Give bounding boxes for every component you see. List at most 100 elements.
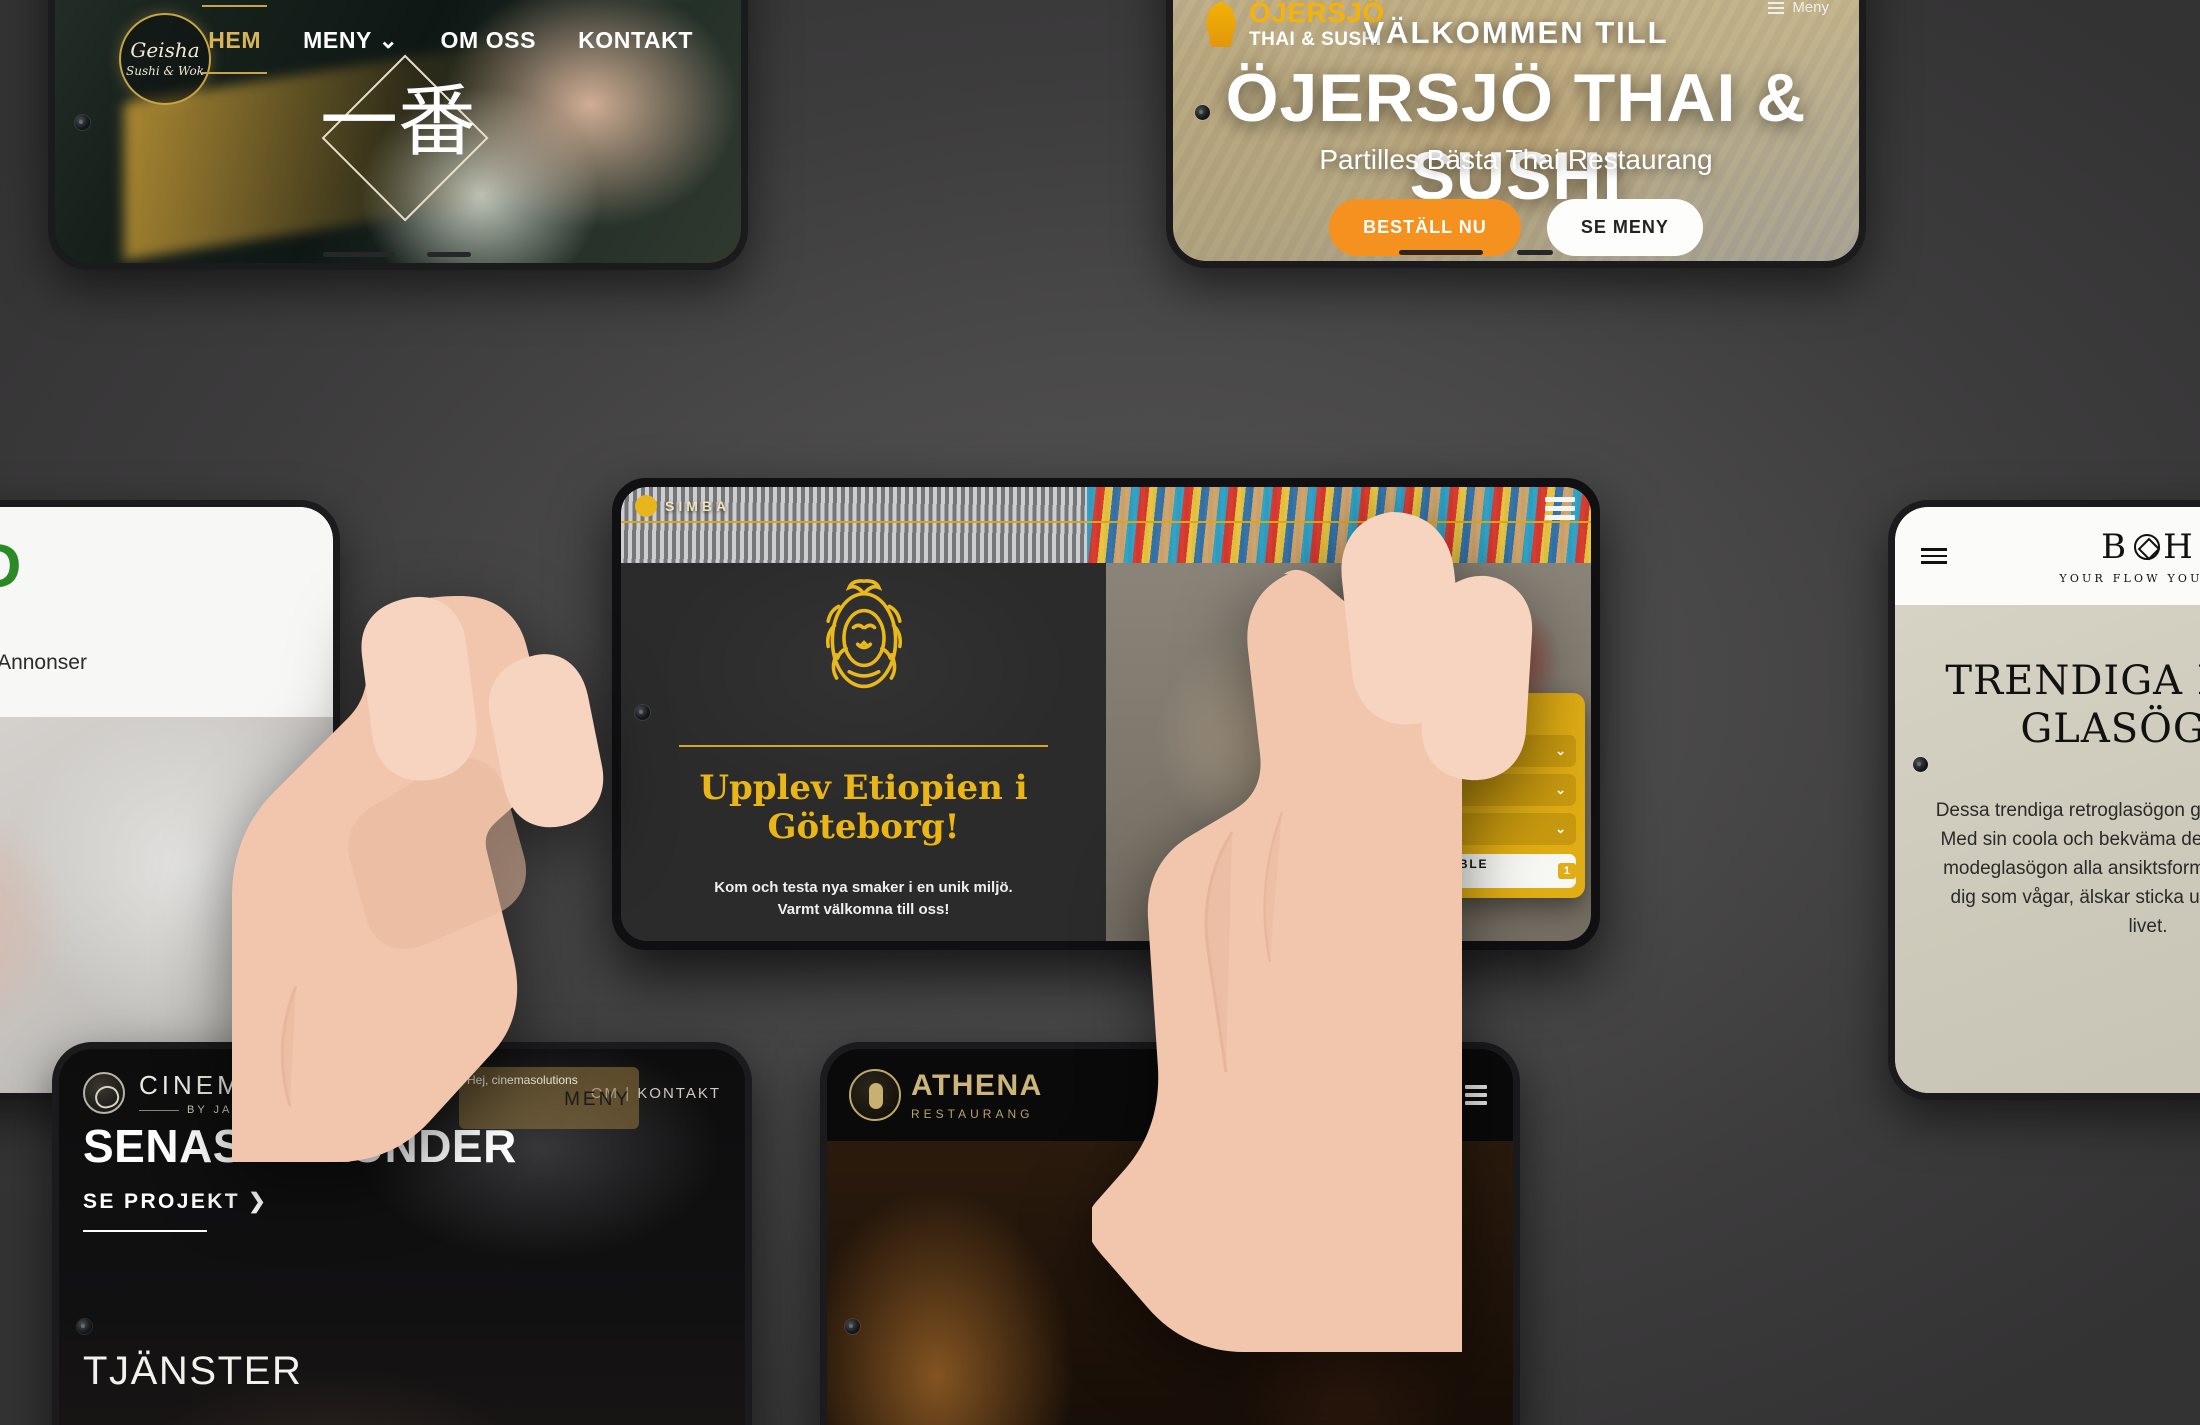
cinema-screen: CINEMA SOLUTIONS BY JASE AB OM | KONTAKT… xyxy=(59,1049,745,1425)
film-reel-icon xyxy=(83,1072,125,1114)
welcome-text: VÄLKOMMEN TILL xyxy=(1363,15,1669,50)
speaker-grill xyxy=(1517,250,1553,255)
simba-screen: Upplev Etiopien i Göteborg! Kom och test… xyxy=(621,487,1591,941)
hamburger-icon[interactable] xyxy=(1545,493,1575,524)
athena-header: ATHENA RESTAURANG xyxy=(827,1049,1513,1141)
toast-menu-label[interactable]: MENY xyxy=(467,1089,631,1111)
geisha-screen: Geisha Sushi & Wok HEM MENY ⌄ OM OSS KON… xyxy=(55,0,741,263)
lion-head-icon xyxy=(635,495,657,517)
cinema-logo[interactable]: CINEMA SOLUTIONS BY JASE AB xyxy=(83,1070,460,1116)
device-cinema: CINEMA SOLUTIONS BY JASE AB OM | KONTAKT… xyxy=(52,1042,752,1425)
nav-item-hem[interactable]: HEM xyxy=(202,5,268,74)
booking-field-time[interactable]: Time 16:00 ⌄ xyxy=(1356,813,1576,845)
options-count-badge: 1 xyxy=(1557,863,1576,879)
boho-paragraph: Dessa trendiga retroglasögon ger dig en … xyxy=(1935,800,2200,937)
athena-logo-title: ATHENA xyxy=(911,1069,1043,1102)
foodgrossist-header xyxy=(0,507,333,717)
nav-item-om-oss[interactable]: OM OSS xyxy=(440,27,536,54)
nav-item-annonser[interactable]: Annonser xyxy=(0,651,87,675)
simba-paragraph: Kom och testa nya smaker i en unik miljö… xyxy=(714,879,1013,918)
lion-head-icon xyxy=(825,579,902,689)
geisha-nav: HEM MENY ⌄ OM OSS KONTAKT xyxy=(202,5,693,74)
boho-heading: TRENDIGA RETRO GLASÖGON xyxy=(1945,658,2200,752)
foodgrossist-logo[interactable]: O OOD xyxy=(0,531,21,602)
ojersjo-menu-button[interactable]: Meny xyxy=(1768,0,1829,16)
front-camera xyxy=(1913,757,1928,772)
simba-logo[interactable]: SIMBA xyxy=(635,495,730,517)
speaker-grill xyxy=(323,252,395,257)
geisha-kanji-glyph: 一番 xyxy=(319,77,477,167)
speaker-grill xyxy=(1399,250,1483,255)
field-value: 16:00 xyxy=(1414,820,1455,837)
chevron-right-icon: ❯ xyxy=(248,1190,269,1213)
hero-cta-group: BESTÄLL NU SE MENY xyxy=(1173,199,1859,256)
hero-subtitle: Partilles Bästa Thai Restaurang xyxy=(1319,144,1713,175)
speaker-grill xyxy=(427,252,471,257)
athena-screen: ATHENA RESTAURANG xyxy=(827,1049,1513,1425)
order-now-button[interactable]: BESTÄLL NU xyxy=(1329,199,1521,256)
foodgrossist-screen: O OOD GROSSIST s Kampanjer Annonser N OD xyxy=(0,507,333,1093)
device-foodgrossist: O OOD GROSSIST s Kampanjer Annonser N OD xyxy=(0,500,340,1100)
boho-header: B H YOUR FLOW YOUR GOAL xyxy=(1895,507,2200,605)
geisha-logo-line1: Geisha xyxy=(130,38,200,62)
nav-item-kontakt[interactable]: KONTAKT xyxy=(578,27,693,54)
device-simba: Upplev Etiopien i Göteborg! Kom och test… xyxy=(612,478,1600,950)
front-camera xyxy=(77,1319,92,1334)
button-label: SHOW AVAILABLE OPTIONS xyxy=(1356,857,1489,885)
device-geisha: Geisha Sushi & Wok HEM MENY ⌄ OM OSS KON… xyxy=(48,0,748,270)
see-projects-link[interactable]: SE PROJEKT ❯ xyxy=(83,1189,268,1232)
divider xyxy=(679,745,1048,747)
simba-wordmark: SIMBA xyxy=(665,498,731,514)
hero-title: ÖJERSJÖ THAI & SUSHI xyxy=(1225,60,1807,214)
boho-wordmark: B H xyxy=(2101,527,2198,567)
chevron-down-icon: ⌄ xyxy=(1555,743,1566,758)
cinema-toast[interactable]: Hej, cinemasolutions MENY xyxy=(459,1067,639,1129)
view-menu-button[interactable]: SE MENY xyxy=(1546,199,1703,256)
foodgrossist-nav: s Kampanjer Annonser xyxy=(0,651,87,675)
underline-rule xyxy=(83,1230,207,1232)
logo-text-right: OOD xyxy=(0,531,21,602)
geisha-logo-line2: Sushi & Wok xyxy=(126,64,204,78)
boho-tagline: YOUR FLOW YOUR GOAL xyxy=(2059,572,2200,585)
field-label: Time xyxy=(1366,823,1391,835)
device-boho: B H YOUR FLOW YOUR GOAL TRENDIGA RETRO G… xyxy=(1888,500,2200,1100)
device-athena: ATHENA RESTAURANG xyxy=(820,1042,1520,1425)
close-icon[interactable]: ✕ xyxy=(1356,702,1380,726)
athena-seal-icon xyxy=(849,1069,901,1121)
chevron-down-icon: ⌄ xyxy=(1555,782,1566,797)
geisha-logo[interactable]: Geisha Sushi & Wok xyxy=(119,13,211,105)
simba-accent-rule xyxy=(621,521,1591,523)
athena-logo-sub: RESTAURANG xyxy=(911,1107,1034,1121)
booking-panel: ✕ SIMBA People 2 people ⌄ Date today ⌄ T… xyxy=(1347,693,1585,898)
hamburger-icon[interactable] xyxy=(1921,544,1947,567)
field-value: 2 people xyxy=(1414,742,1479,759)
boho-screen: B H YOUR FLOW YOUR GOAL TRENDIGA RETRO G… xyxy=(1895,507,2200,1093)
hamburger-icon[interactable] xyxy=(1465,1081,1487,1109)
cinema-heading-1: SENASTE KUNDER xyxy=(83,1120,517,1172)
cinema-header: CINEMA SOLUTIONS BY JASE AB OM | KONTAKT xyxy=(59,1061,745,1125)
front-camera xyxy=(845,1319,860,1334)
athena-logo[interactable]: ATHENA RESTAURANG xyxy=(849,1069,1043,1121)
show-available-options-button[interactable]: SHOW AVAILABLE OPTIONS 1 xyxy=(1356,854,1576,888)
celtic-knot-icon xyxy=(2134,534,2161,560)
boho-logo[interactable]: B H YOUR FLOW YOUR GOAL xyxy=(1947,527,2200,585)
chevron-down-icon: ⌄ xyxy=(378,27,399,53)
mockup-stage: Geisha Sushi & Wok HEM MENY ⌄ OM OSS KON… xyxy=(0,0,2200,1425)
field-value: today xyxy=(1414,781,1457,798)
field-label: Date xyxy=(1366,784,1390,796)
front-camera xyxy=(1195,105,1210,120)
field-label: People xyxy=(1366,745,1401,757)
front-camera xyxy=(635,705,650,720)
foodgrossist-hero-image xyxy=(0,717,333,1093)
front-camera xyxy=(75,115,90,130)
cinema-logo-sub: BY JASE AB xyxy=(139,1104,460,1116)
nav-item-meny[interactable]: MENY ⌄ xyxy=(303,27,398,54)
simba-topbar-image xyxy=(621,487,1591,563)
simba-heading: Upplev Etiopien i Göteborg! xyxy=(699,768,1028,848)
booking-title: SIMBA xyxy=(1442,709,1490,721)
toast-text: Hej, cinemasolutions xyxy=(467,1073,578,1087)
booking-field-date[interactable]: Date today ⌄ xyxy=(1356,774,1576,806)
menu-label: Meny xyxy=(1792,0,1829,16)
ojersjo-screen: ÖJERSJÖ THAI & SUSHI Meny VÄLKOMMEN TILL… xyxy=(1173,0,1859,261)
booking-field-people[interactable]: People 2 people ⌄ xyxy=(1356,735,1576,767)
